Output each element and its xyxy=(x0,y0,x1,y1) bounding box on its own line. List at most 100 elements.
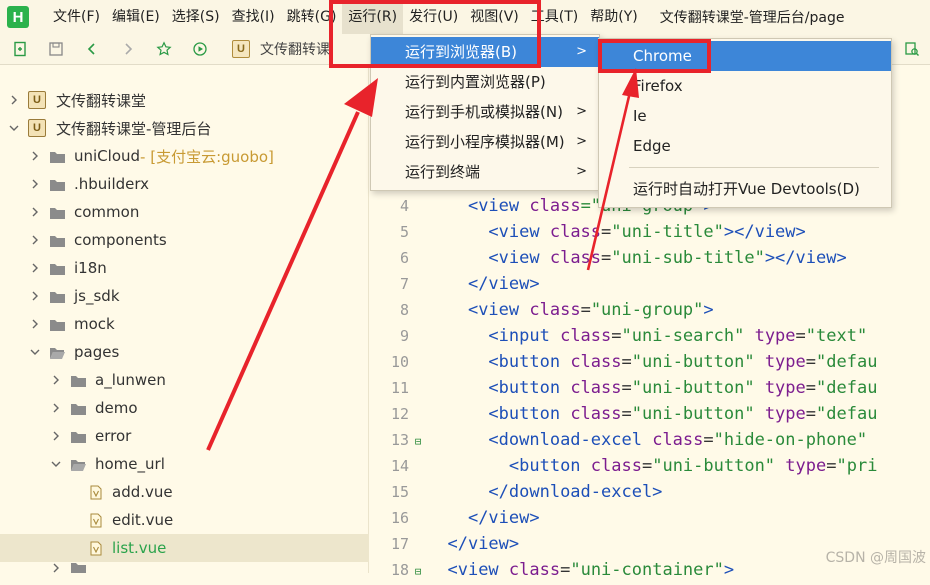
line-number: 7 xyxy=(399,275,409,293)
menu-item-run-to-miniprogram[interactable]: 运行到小程序模拟器(M) > xyxy=(371,127,599,157)
chevron-right-icon[interactable] xyxy=(50,402,62,414)
code-text: <download-excel class="hide-on-phone" xyxy=(488,430,868,450)
folder-icon xyxy=(49,234,66,247)
menu-item-label: 运行到小程序模拟器(M) xyxy=(405,133,565,151)
line-number: 5 xyxy=(399,223,409,241)
tree-item-folder[interactable]: pages xyxy=(0,338,389,366)
chevron-right-icon[interactable] xyxy=(29,262,41,274)
preview-icon[interactable] xyxy=(904,41,920,57)
menu-help[interactable]: 帮助(Y) xyxy=(584,0,643,34)
code-line[interactable]: 15 </download-excel> xyxy=(369,479,930,505)
chevron-right-icon[interactable] xyxy=(8,94,20,106)
code-line[interactable]: 10 <button class="uni-button" type="defa… xyxy=(369,349,930,375)
menu-select[interactable]: 选择(S) xyxy=(166,0,226,34)
line-number: 6 xyxy=(399,249,409,267)
menu-item-firefox[interactable]: Firefox xyxy=(599,71,891,101)
annotation-box-chrome xyxy=(598,39,711,73)
tree-item-label: 文传翻转课堂-管理后台 xyxy=(56,119,212,138)
code-line[interactable]: 8 <view class="uni-group"> xyxy=(369,297,930,323)
code-line[interactable]: 5 <view class="uni-title"></view> xyxy=(369,219,930,245)
menu-item-open-vue-devtools[interactable]: 运行时自动打开Vue Devtools(D) xyxy=(599,174,891,204)
breadcrumb[interactable]: U 文传翻转课 xyxy=(232,39,330,59)
folder-icon xyxy=(70,374,87,387)
line-number: 11 xyxy=(390,379,409,397)
tree-item-folder[interactable]: .hbuilderx xyxy=(0,170,389,198)
tree-item-folder-partial[interactable] xyxy=(0,562,410,573)
menu-edit[interactable]: 编辑(E) xyxy=(106,0,166,34)
menu-item-edge[interactable]: Edge xyxy=(599,131,891,161)
tree-item-folder[interactable]: demo xyxy=(0,394,410,422)
chevron-down-icon[interactable] xyxy=(8,122,20,134)
chevron-right-icon[interactable] xyxy=(50,430,62,442)
tree-item-project[interactable]: U 文传翻转课堂 xyxy=(0,86,368,114)
code-text: <button class="uni-button" type="pri xyxy=(508,456,878,476)
vue-file-icon xyxy=(90,485,102,500)
star-icon[interactable] xyxy=(156,41,172,57)
folder-icon xyxy=(49,150,66,163)
tree-item-label: edit.vue xyxy=(112,511,174,529)
tree-item-label: add.vue xyxy=(112,483,173,501)
tree-item-folder[interactable]: home_url xyxy=(0,450,410,478)
code-text: </view> xyxy=(467,274,540,294)
code-line[interactable]: 16 </view> xyxy=(369,505,930,531)
folder-open-icon xyxy=(70,458,87,471)
menu-item-label: 运行到手机或模拟器(N) xyxy=(405,103,563,121)
tree-item-label: js_sdk xyxy=(74,287,120,305)
chevron-right-icon[interactable] xyxy=(50,562,62,573)
tree-item-folder[interactable]: error xyxy=(0,422,410,450)
forward-icon[interactable] xyxy=(120,41,136,57)
tree-item-label: uniCloud xyxy=(74,147,141,165)
chevron-right-icon[interactable] xyxy=(29,178,41,190)
code-line[interactable]: 7 </view> xyxy=(369,271,930,297)
code-line[interactable]: 14 <button class="uni-button" type="pri xyxy=(369,453,930,479)
chevron-right-icon[interactable] xyxy=(29,150,41,162)
chevron-right-icon[interactable] xyxy=(29,206,41,218)
tree-item-folder[interactable]: mock xyxy=(0,310,389,338)
line-number: 18 xyxy=(390,561,409,579)
code-text: <button class="uni-button" type="defau xyxy=(488,352,878,372)
cloud-provider-label: - [支付宝云:guobo] xyxy=(140,147,274,166)
tree-item-folder[interactable]: common xyxy=(0,198,389,226)
code-text: <view class="uni-title"></view> xyxy=(488,222,806,242)
code-text: <view class="uni-group"> xyxy=(467,300,714,320)
save-icon[interactable] xyxy=(48,41,64,57)
menu-find[interactable]: 查找(I) xyxy=(226,0,281,34)
tree-item-folder[interactable]: a_lunwen xyxy=(0,366,410,394)
line-number: 10 xyxy=(390,353,409,371)
code-text: </download-excel> xyxy=(488,482,663,502)
fold-toggle-icon[interactable]: ⊟ xyxy=(409,429,427,455)
menu-item-run-to-terminal[interactable]: 运行到终端 > xyxy=(371,157,599,187)
back-icon[interactable] xyxy=(84,41,100,57)
submenu-arrow-icon: > xyxy=(576,164,587,179)
tree-item-folder[interactable]: js_sdk xyxy=(0,282,389,310)
code-text: <button class="uni-button" type="defau xyxy=(488,378,878,398)
submenu-arrow-icon: > xyxy=(576,44,587,59)
menu-item-run-to-builtin-browser[interactable]: 运行到内置浏览器(P) xyxy=(371,67,599,97)
code-line[interactable]: 6 <view class="uni-sub-title"></view> xyxy=(369,245,930,271)
tree-item-folder[interactable]: uniCloud - [支付宝云:guobo] xyxy=(0,142,389,170)
folder-icon xyxy=(70,430,87,443)
chevron-right-icon[interactable] xyxy=(50,374,62,386)
tree-item-label: home_url xyxy=(95,455,165,473)
tree-item-folder[interactable]: components xyxy=(0,226,389,254)
run-icon[interactable] xyxy=(192,41,208,57)
code-line[interactable]: 13 ⊟ <download-excel class="hide-on-phone… xyxy=(369,427,930,453)
folder-icon xyxy=(49,318,66,331)
new-file-icon[interactable] xyxy=(12,41,28,57)
tree-item-folder[interactable]: i18n xyxy=(0,254,389,282)
chevron-right-icon[interactable] xyxy=(29,234,41,246)
code-line[interactable]: 12 <button class="uni-button" type="defa… xyxy=(369,401,930,427)
menu-item-run-to-device[interactable]: 运行到手机或模拟器(N) > xyxy=(371,97,599,127)
folder-icon xyxy=(49,178,66,191)
menu-item-ie[interactable]: Ie xyxy=(599,101,891,131)
code-line[interactable]: 9 <input class="uni-search" type="text" xyxy=(369,323,930,349)
chevron-down-icon[interactable] xyxy=(29,346,41,358)
code-line[interactable]: 11 <button class="uni-button" type="defa… xyxy=(369,375,930,401)
fold-toggle-icon[interactable]: ⊟ xyxy=(409,559,427,585)
chevron-right-icon[interactable] xyxy=(29,290,41,302)
tree-item-project[interactable]: U 文传翻转课堂-管理后台 xyxy=(0,114,368,142)
menu-file[interactable]: 文件(F) xyxy=(47,0,106,34)
chevron-down-icon[interactable] xyxy=(50,458,62,470)
window-title: 文传翻转课堂-管理后台/page xyxy=(659,10,845,26)
chevron-right-icon[interactable] xyxy=(29,318,41,330)
